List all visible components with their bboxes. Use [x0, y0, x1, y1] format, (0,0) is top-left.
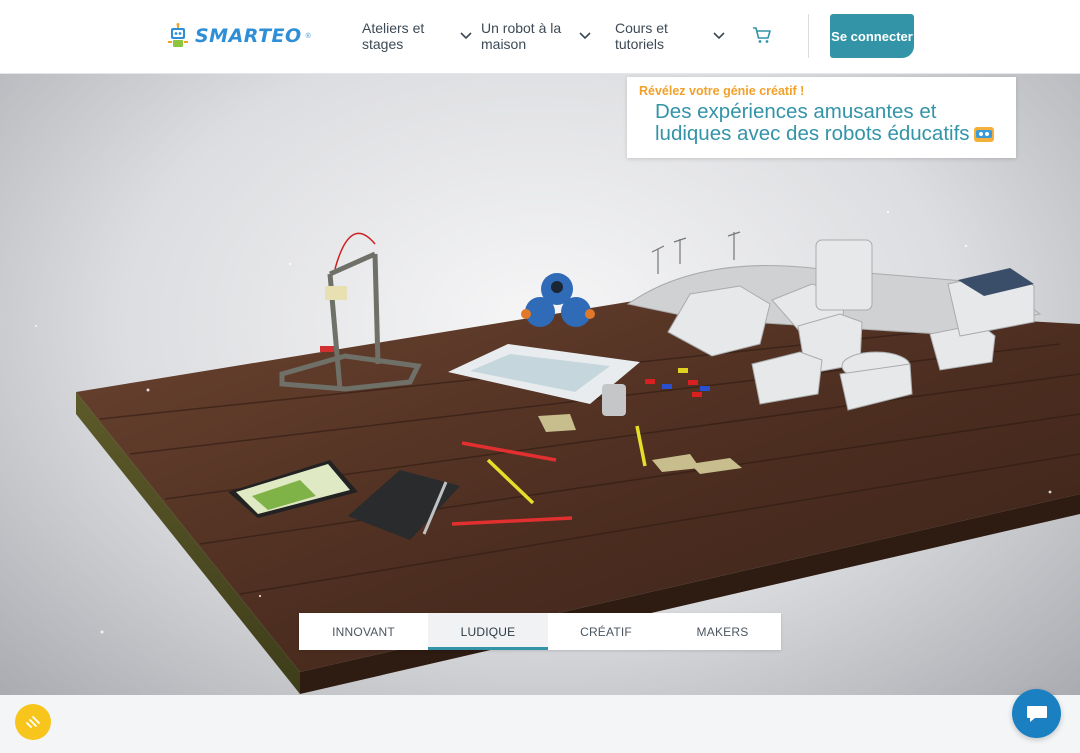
cookie-settings-icon — [26, 716, 40, 728]
hero-title-text: Des expériences amusantes et ludiques av… — [655, 100, 970, 145]
hero-title: Des expériences amusantes et ludiques av… — [655, 101, 1005, 145]
hero-tagline-card: Révélez votre génie créatif ! Des expéri… — [627, 77, 1016, 158]
cart-icon[interactable] — [752, 26, 772, 44]
nav-robot-label: Un robot à la maison — [481, 20, 562, 52]
nav-ateliers-label: Ateliers et stages — [362, 20, 425, 52]
cookie-settings-button[interactable] — [15, 704, 51, 740]
nav-ateliers-stages[interactable]: Ateliers et stages — [362, 20, 472, 52]
hero-kicker: Révélez votre génie créatif ! — [639, 84, 805, 98]
chevron-down-icon — [460, 32, 472, 40]
nav-cours-label: Cours et tutoriels — [615, 20, 668, 52]
chat-button[interactable] — [1012, 689, 1061, 738]
page-bottom-band — [0, 695, 1080, 753]
tab-ludique[interactable]: LUDIQUE — [428, 613, 548, 650]
nav-robot-maison[interactable]: Un robot à la maison — [481, 20, 591, 52]
site-header: SMARTEO ® Ateliers et stages Un robot à … — [0, 0, 1080, 74]
header-divider — [808, 14, 809, 58]
chevron-down-icon — [579, 32, 591, 40]
chevron-down-icon — [713, 32, 725, 40]
chat-icon — [1026, 705, 1047, 722]
hero-3d-scene[interactable]: Révélez votre génie créatif ! Des expéri… — [0, 74, 1080, 695]
robot-face-icon — [973, 127, 994, 142]
tab-creatif[interactable]: CRÉATIF — [548, 613, 664, 650]
login-button[interactable]: Se connecter — [830, 14, 914, 58]
desk-illustration — [35, 210, 1080, 694]
hero-tabs: INNOVANT LUDIQUE CRÉATIF MAKERS — [299, 613, 781, 650]
logo-wordmark: SMARTEO — [195, 25, 302, 47]
tab-innovant[interactable]: INNOVANT — [299, 613, 428, 650]
tab-makers[interactable]: MAKERS — [664, 613, 781, 650]
logo-registered-mark: ® — [305, 32, 311, 40]
nav-cours-tutoriels[interactable]: Cours et tutoriels — [615, 20, 725, 52]
smarteo-logo[interactable]: SMARTEO ® — [165, 22, 311, 50]
robot-logo-icon — [168, 23, 188, 47]
